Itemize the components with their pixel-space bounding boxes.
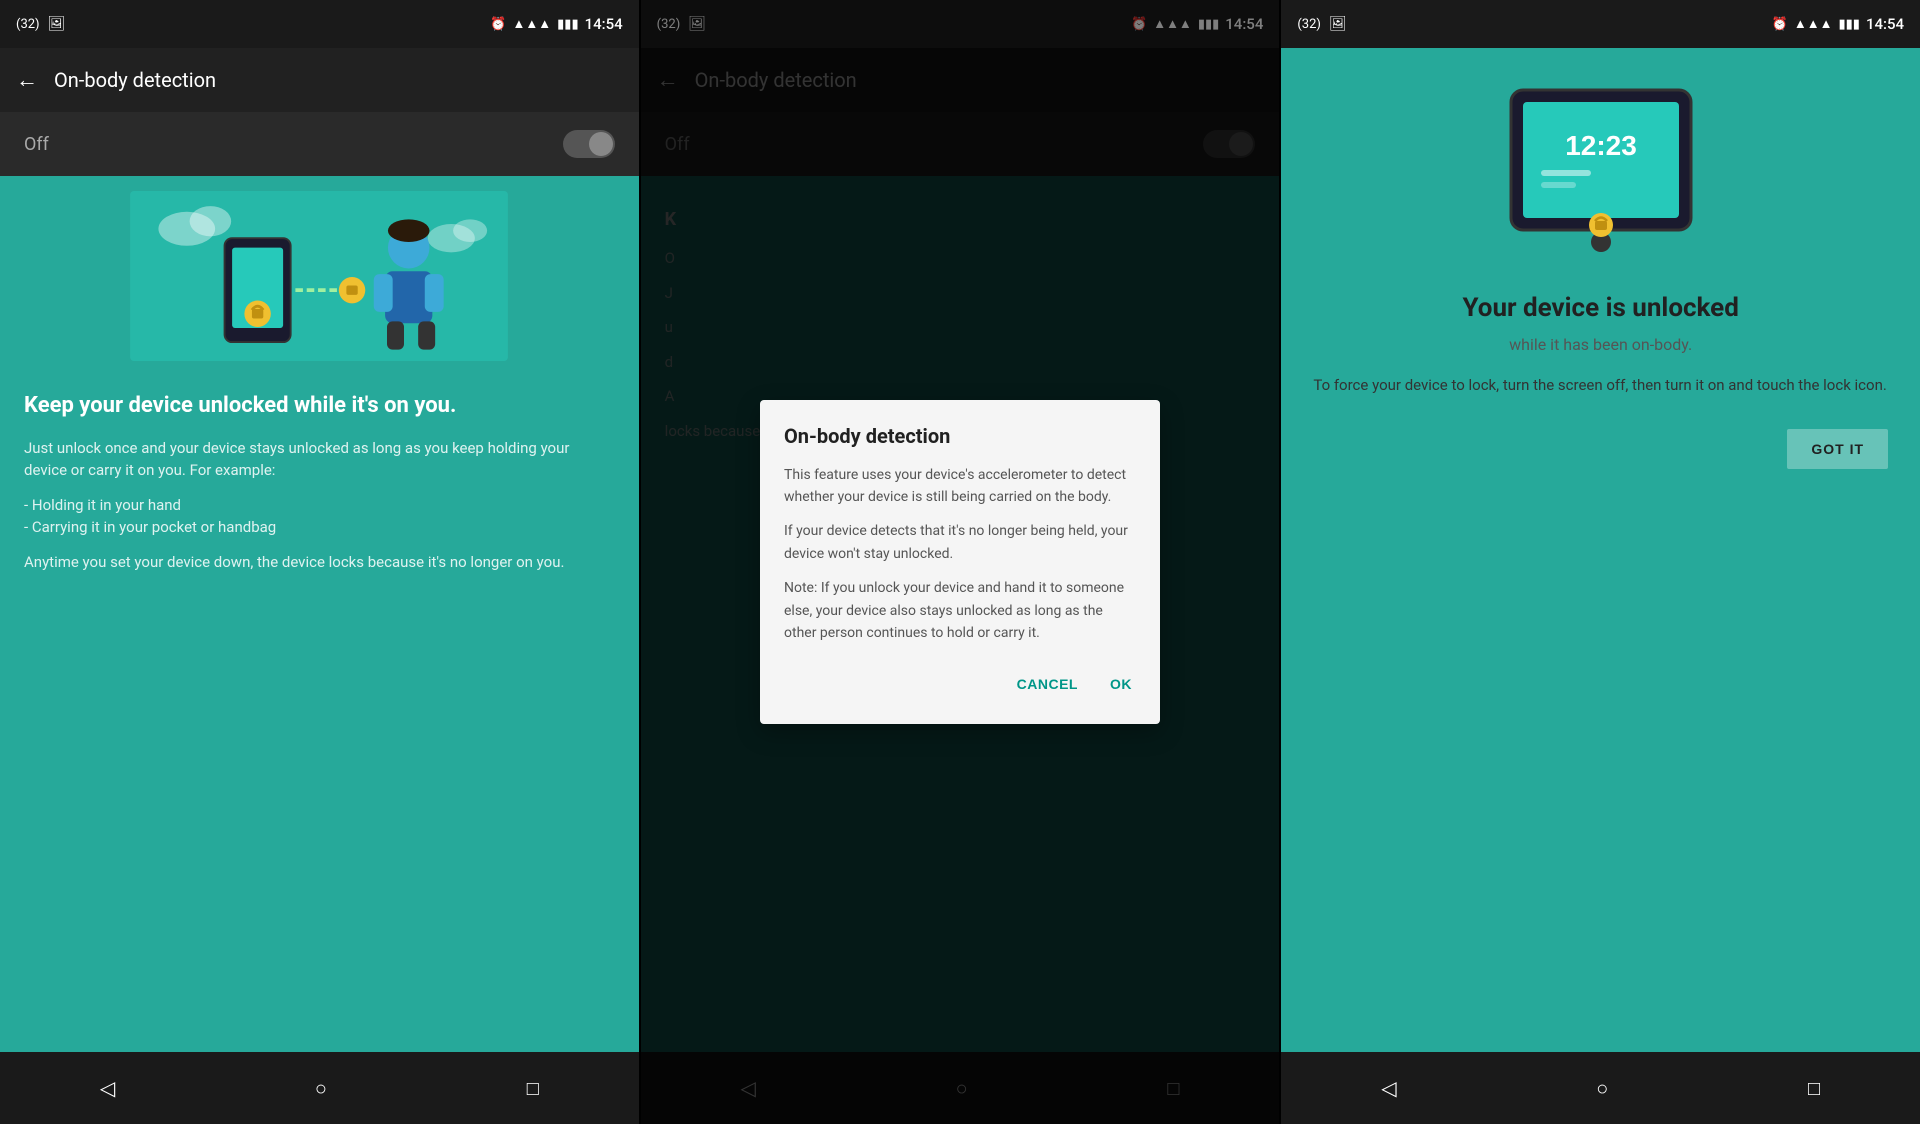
- app-icon-32-3: (32): [1297, 17, 1321, 32]
- cancel-button[interactable]: CANCEL: [1013, 668, 1082, 700]
- status-bar-1: (32) 🖼 ⏰ ▲▲▲ ▮▮▮ 14:54: [0, 0, 639, 48]
- signal-icon: ▲▲▲: [513, 16, 552, 32]
- home-nav-icon-3[interactable]: ○: [1580, 1060, 1624, 1117]
- time-display-3: 14:54: [1866, 15, 1904, 33]
- got-it-container: GOT IT: [1313, 429, 1888, 469]
- tablet-illustration: 12:23: [1491, 80, 1711, 269]
- body-text-1c: Anytime you set your device down, the de…: [24, 551, 615, 574]
- phone-panel-2: (32) 🖼 ⏰ ▲▲▲ ▮▮▮ 14:54 ← On-body detecti…: [641, 0, 1280, 1124]
- toggle-switch-1[interactable]: [563, 130, 615, 158]
- body-text-1a: Just unlock once and your device stays u…: [24, 437, 615, 482]
- recent-nav-icon-3[interactable]: □: [1792, 1060, 1836, 1117]
- ok-button[interactable]: OK: [1106, 668, 1136, 700]
- back-button-1[interactable]: ←: [16, 67, 38, 93]
- text-content-1: Keep your device unlocked while it's on …: [0, 376, 639, 1052]
- dialog-overlay: On-body detection This feature uses your…: [641, 0, 1280, 1124]
- dialog-title: On-body detection: [784, 424, 1136, 448]
- phone-panel-1: (32) 🖼 ⏰ ▲▲▲ ▮▮▮ 14:54 ← On-body detecti…: [0, 0, 639, 1124]
- nav-bar-1: ◁ ○ □: [0, 1052, 639, 1124]
- dialog-body-1: This feature uses your device's accelero…: [784, 464, 1136, 509]
- home-nav-icon-1[interactable]: ○: [299, 1060, 343, 1117]
- unlocked-sub: while it has been on-body.: [1509, 335, 1692, 354]
- photo-icon: 🖼: [48, 16, 66, 32]
- svg-text:12:23: 12:23: [1565, 130, 1637, 161]
- on-body-dialog: On-body detection This feature uses your…: [760, 400, 1160, 725]
- app-bar-1: ← On-body detection: [0, 48, 639, 112]
- status-bar-3: (32) 🖼 ⏰ ▲▲▲ ▮▮▮ 14:54: [1281, 0, 1920, 48]
- app-bar-title-1: On-body detection: [54, 68, 216, 92]
- battery-icon-3: ▮▮▮: [1838, 17, 1859, 32]
- recent-nav-icon-1[interactable]: □: [511, 1060, 555, 1117]
- illustration-svg-1: [129, 191, 509, 361]
- status-bar-right-1: ⏰ ▲▲▲ ▮▮▮ 14:54: [490, 15, 622, 33]
- unlocked-title: Your device is unlocked: [1463, 293, 1739, 323]
- alarm-icon: ⏰: [490, 17, 506, 32]
- signal-icon-3: ▲▲▲: [1794, 16, 1833, 32]
- status-bar-left-3: (32) 🖼: [1297, 16, 1346, 32]
- status-bar-right-3: ⏰ ▲▲▲ ▮▮▮ 14:54: [1772, 15, 1904, 33]
- alarm-icon-3: ⏰: [1772, 17, 1788, 32]
- phone-panel-3: (32) 🖼 ⏰ ▲▲▲ ▮▮▮ 14:54 12:23: [1281, 0, 1920, 1124]
- dialog-actions: CANCEL OK: [784, 668, 1136, 700]
- main-heading-1: Keep your device unlocked while it's on …: [24, 392, 615, 421]
- dialog-body-3: Note: If you unlock your device and hand…: [784, 577, 1136, 644]
- status-bar-left-1: (32) 🖼: [16, 16, 65, 32]
- panel-3-content: 12:23 Your device is unlocked while it h…: [1281, 48, 1920, 1052]
- toggle-label-1: Off: [24, 134, 49, 155]
- back-nav-icon-3[interactable]: ◁: [1365, 1060, 1412, 1116]
- time-display-1: 14:54: [585, 15, 623, 33]
- photo-icon-3: 🖼: [1329, 16, 1347, 32]
- back-nav-icon-1[interactable]: ◁: [84, 1060, 131, 1116]
- battery-icon: ▮▮▮: [557, 17, 578, 32]
- body-text-1b: - Holding it in your hand- Carrying it i…: [24, 494, 615, 539]
- dialog-body-2: If your device detects that it's no long…: [784, 520, 1136, 565]
- got-it-button[interactable]: GOT IT: [1787, 429, 1888, 469]
- content-area-1: Keep your device unlocked while it's on …: [0, 176, 639, 1052]
- toggle-row-1: Off: [0, 112, 639, 176]
- unlocked-body: To force your device to lock, turn the s…: [1313, 374, 1888, 397]
- nav-bar-3: ◁ ○ □: [1281, 1052, 1920, 1124]
- app-icon-32: (32): [16, 17, 40, 32]
- illustration-1: [0, 176, 639, 376]
- tablet-svg: 12:23: [1491, 80, 1711, 265]
